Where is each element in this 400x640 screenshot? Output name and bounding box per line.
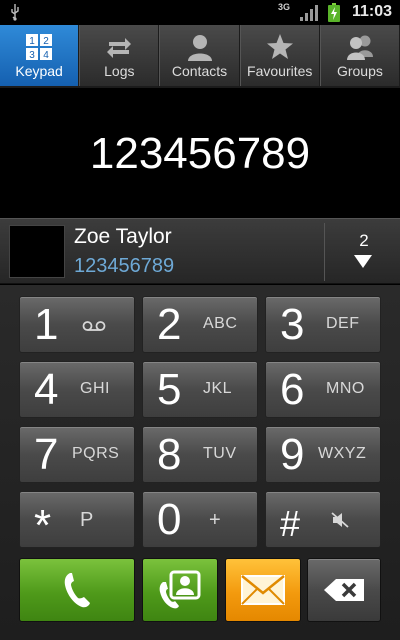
key-7[interactable]: 7 PQRS xyxy=(19,426,135,483)
voicemail-icon xyxy=(82,321,106,331)
contact-call-icon xyxy=(159,570,201,609)
key-digit: 7 xyxy=(34,430,59,479)
key-digit: # xyxy=(280,503,301,544)
network-3g-icon: 3G xyxy=(278,2,291,12)
svg-text:1: 1 xyxy=(29,36,35,47)
tab-label: Logs xyxy=(104,63,135,79)
key-5[interactable]: 5 JKL xyxy=(142,361,258,418)
tab-label: Keypad xyxy=(15,63,63,79)
dialed-number: 123456789 xyxy=(89,129,311,178)
contact-number: 123456789 xyxy=(74,255,175,277)
tab-label: Favourites xyxy=(247,63,313,79)
key-4[interactable]: 4 GHI xyxy=(19,361,135,418)
video-call-button[interactable] xyxy=(142,558,218,622)
key-letters: PQRS xyxy=(72,445,120,462)
key-star[interactable]: * P xyxy=(19,491,135,550)
contact-match-row[interactable]: Zoe Taylor 123456789 2 xyxy=(0,218,400,284)
call-button[interactable] xyxy=(19,558,135,622)
key-1[interactable]: 1 xyxy=(19,296,135,353)
tab-label: Contacts xyxy=(171,63,228,79)
keypad: 1 2 ABC 3 DEF 4 GHI 5 JKL 6 MNO 7 PQRS 8… xyxy=(0,285,400,640)
tab-bar: 1 2 3 4 Keypad Logs Contacts Favourites xyxy=(0,25,400,88)
status-bar: 3G 11:03 xyxy=(0,0,400,25)
key-8[interactable]: 8 TUV xyxy=(142,426,258,483)
tab-keypad[interactable]: 1 2 3 4 Keypad xyxy=(0,25,80,86)
keypad-icon: 1 2 3 4 xyxy=(26,34,53,61)
key-3[interactable]: 3 DEF xyxy=(265,296,381,353)
key-digit: 8 xyxy=(157,430,182,479)
avatar xyxy=(9,225,65,278)
key-digit: 1 xyxy=(34,300,59,349)
key-letters: P xyxy=(80,509,94,531)
dialed-number-display[interactable]: 123456789 xyxy=(0,90,400,218)
key-digit: 6 xyxy=(280,365,305,414)
usb-icon xyxy=(11,4,19,21)
tab-label: Groups xyxy=(336,63,383,79)
tab-logs[interactable]: Logs xyxy=(79,25,160,86)
match-count: 2 xyxy=(359,231,369,250)
mute-icon xyxy=(331,512,349,528)
star-icon xyxy=(266,34,293,59)
key-letters: TUV xyxy=(203,445,237,462)
groups-icon xyxy=(346,35,373,60)
key-9[interactable]: 9 WXYZ xyxy=(265,426,381,483)
key-letters: JKL xyxy=(203,380,233,397)
key-0[interactable]: 0 + xyxy=(142,491,258,548)
key-hash[interactable]: # xyxy=(265,491,381,548)
key-letters: GHI xyxy=(80,380,110,397)
key-digit: * xyxy=(34,501,52,550)
svg-text:3: 3 xyxy=(29,50,35,61)
more-matches-button[interactable]: 2 xyxy=(328,219,400,285)
message-button[interactable] xyxy=(225,558,301,622)
key-digit: 3 xyxy=(280,300,305,349)
contact-name: Zoe Taylor xyxy=(74,225,172,248)
key-digit: 5 xyxy=(157,365,182,414)
svg-text:4: 4 xyxy=(43,50,49,61)
tab-favourites[interactable]: Favourites xyxy=(239,25,320,86)
key-letters: WXYZ xyxy=(318,445,367,462)
key-letters: MNO xyxy=(326,380,365,397)
key-digit: 9 xyxy=(280,430,305,479)
signal-icon xyxy=(300,5,318,21)
key-digit: 2 xyxy=(157,300,182,349)
tab-groups[interactable]: Groups xyxy=(319,25,400,86)
battery-charging-icon xyxy=(328,3,340,22)
key-letters: ABC xyxy=(203,315,238,332)
key-letters: + xyxy=(209,509,222,531)
envelope-icon xyxy=(241,575,285,605)
key-6[interactable]: 6 MNO xyxy=(265,361,381,418)
status-time: 11:03 xyxy=(351,3,392,20)
contact-icon xyxy=(187,35,212,61)
divider xyxy=(324,223,325,281)
key-2[interactable]: 2 ABC xyxy=(142,296,258,353)
logs-icon xyxy=(107,38,132,58)
key-digit: 0 xyxy=(157,495,182,544)
delete-button[interactable] xyxy=(307,558,381,622)
svg-text:2: 2 xyxy=(43,36,49,47)
arrow-down-icon xyxy=(354,255,372,268)
key-letters: DEF xyxy=(326,315,360,332)
backspace-icon xyxy=(324,579,364,601)
tab-contacts[interactable]: Contacts xyxy=(159,25,240,86)
phone-icon xyxy=(64,573,90,608)
key-digit: 4 xyxy=(34,365,59,414)
